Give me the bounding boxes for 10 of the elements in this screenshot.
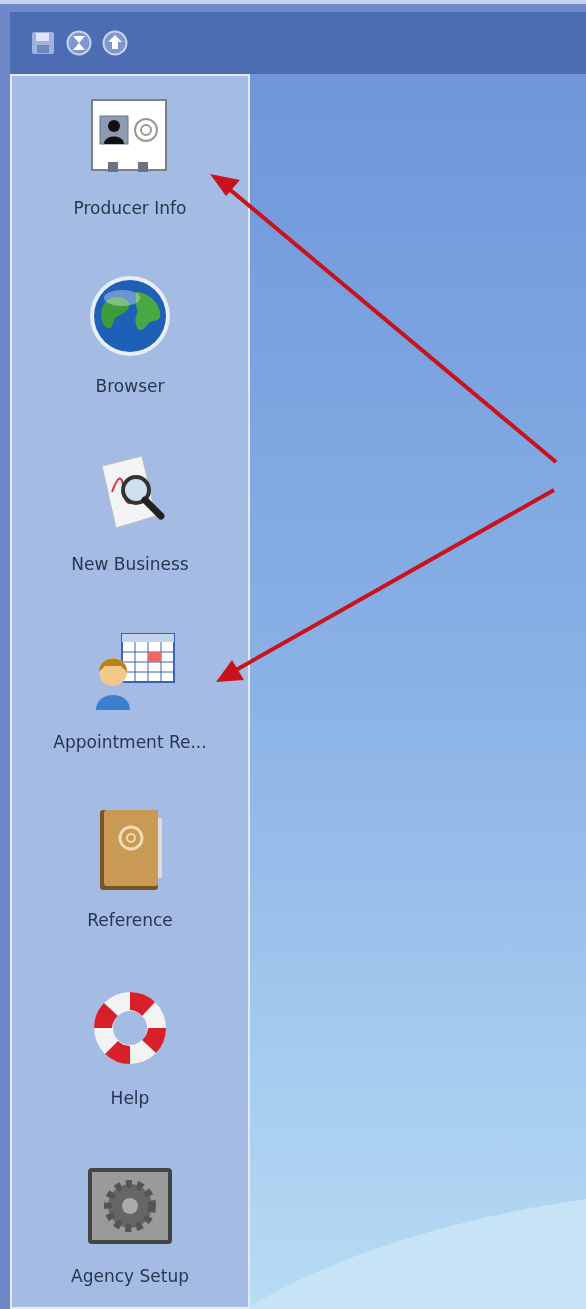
sidebar-item-label[interactable]: Agency Setup <box>71 1264 189 1290</box>
sidebar-item-label[interactable]: Browser <box>95 374 165 400</box>
hourglass-icon[interactable] <box>66 30 92 56</box>
sidebar-item-label[interactable]: New Business <box>71 552 189 578</box>
upload-icon[interactable] <box>102 30 128 56</box>
sidebar-item-label[interactable]: Producer Info <box>73 196 187 222</box>
sidebar-item-label[interactable]: Appointment Re... <box>53 730 207 756</box>
sidebar-item-label[interactable]: Reference <box>87 908 173 934</box>
sidebar-item-label[interactable]: Help <box>110 1086 150 1112</box>
save-icon[interactable] <box>30 30 56 56</box>
